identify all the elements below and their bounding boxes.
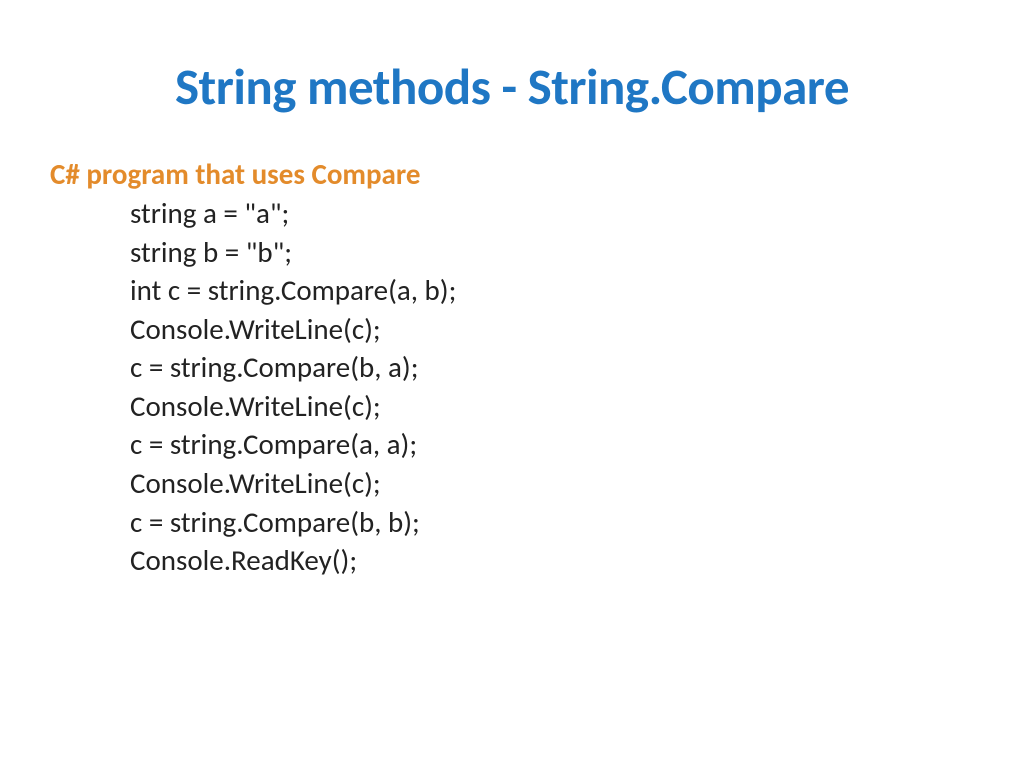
code-line: Console.WriteLine(c); <box>130 310 974 349</box>
code-line: c = string.Compare(a, a); <box>130 425 974 464</box>
code-line: string a = "a"; <box>130 194 974 233</box>
code-block: string a = "a"; string b = "b"; int c = … <box>130 194 974 580</box>
code-line: Console.WriteLine(c); <box>130 387 974 426</box>
slide-title: String methods - String.Compare <box>50 55 974 118</box>
slide: String methods - String.Compare C# progr… <box>0 0 1024 768</box>
code-line: Console.ReadKey(); <box>130 541 974 580</box>
code-line: c = string.Compare(b, a); <box>130 348 974 387</box>
section-subtitle: C# program that uses Compare <box>50 156 974 192</box>
code-line: Console.WriteLine(c); <box>130 464 974 503</box>
code-line: string b = "b"; <box>130 233 974 272</box>
code-line: int c = string.Compare(a, b); <box>130 271 974 310</box>
code-line: c = string.Compare(b, b); <box>130 503 974 542</box>
